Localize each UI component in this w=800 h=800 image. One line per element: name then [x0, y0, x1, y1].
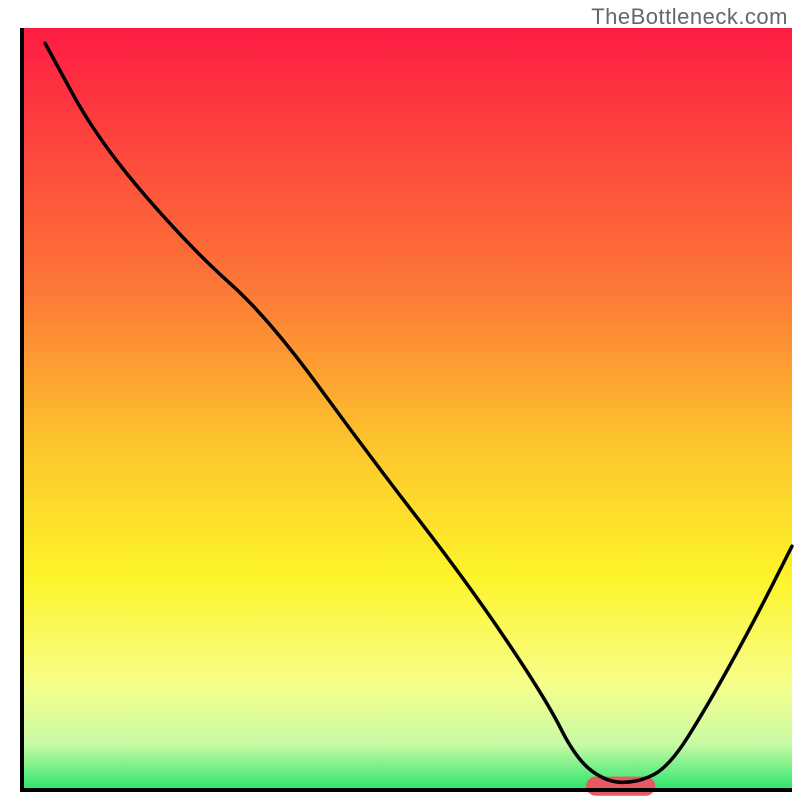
bottleneck-chart	[0, 0, 800, 800]
chart-container: TheBottleneck.com	[0, 0, 800, 800]
gradient-background	[22, 28, 792, 790]
watermark-text: TheBottleneck.com	[591, 4, 788, 30]
plot-area	[20, 28, 792, 792]
